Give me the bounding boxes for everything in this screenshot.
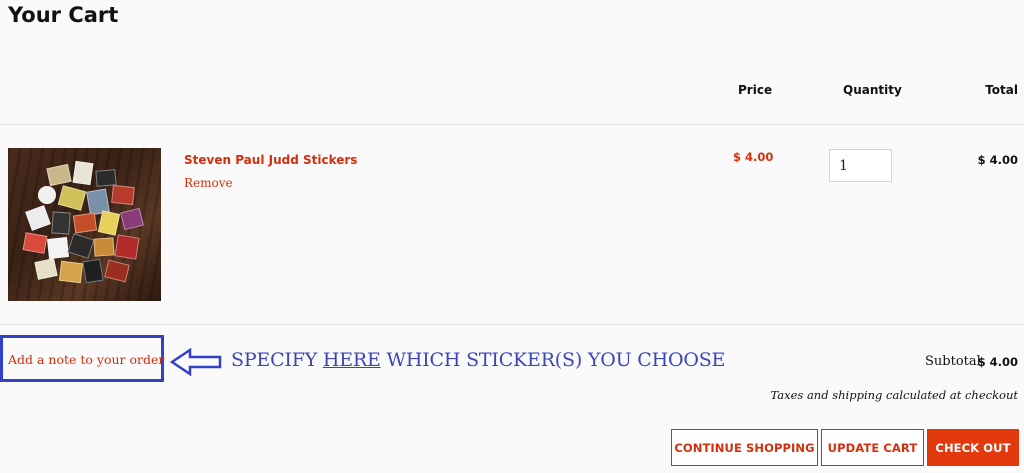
sticker-shape [22,232,48,254]
sticker-shape [67,233,95,259]
sticker-shape [72,212,98,234]
sticker-shape [58,260,84,284]
product-image[interactable] [8,148,161,301]
sticker-shape [25,205,51,231]
sticker-shape [111,184,135,206]
sticker-shape [114,234,140,260]
item-line-total: $ 4.00 [977,153,1018,167]
product-name-link[interactable]: Steven Paul Judd Stickers [184,153,357,167]
sticker-shape [57,185,87,211]
divider [0,324,1024,325]
check-out-button[interactable]: CHECK OUT [927,429,1019,466]
update-cart-button[interactable]: UPDATE CART [821,429,924,466]
subtotal-label: Subtotal [925,354,981,369]
sticker-shape [46,163,72,187]
remove-link[interactable]: Remove [184,176,233,190]
price-column-header: Price [738,83,773,97]
divider [0,124,1024,125]
total-column-header: Total [985,83,1018,97]
annotation-text-before: SPECIFY [231,349,323,371]
sticker-shape [47,237,69,259]
sticker-shape [82,258,104,284]
sticker-shape [72,160,94,186]
annotation-text-underlined: HERE [322,349,381,371]
annotation-text: SPECIFY HERE WHICH STICKER(S) YOU CHOOSE [231,349,725,371]
item-price: $ 4.00 [733,150,774,164]
page-title: Your Cart [8,3,119,27]
add-note-link[interactable]: Add a note to your order [8,352,164,367]
sticker-shape [93,237,115,257]
tax-shipping-note: Taxes and shipping calculated at checkou… [770,388,1018,402]
continue-shopping-button[interactable]: CONTINUE SHOPPING [671,429,818,466]
sticker-shape [38,186,56,204]
sticker-shape [34,258,58,280]
sticker-shape [120,207,144,231]
annotation-text-after: WHICH STICKER(S) YOU CHOOSE [380,349,726,371]
sticker-shape [51,211,71,235]
arrow-left-icon [170,347,222,377]
subtotal-value: $ 4.00 [977,355,1018,369]
quantity-column-header: Quantity [843,83,902,97]
quantity-input[interactable] [829,149,892,182]
sticker-shape [97,210,121,236]
sticker-shape [104,259,130,283]
